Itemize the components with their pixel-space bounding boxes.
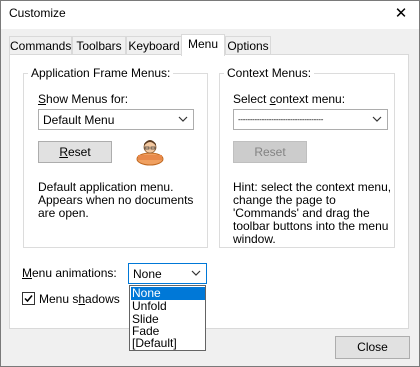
app-reset-button[interactable]: Reset: [38, 141, 112, 163]
chevron-down-icon: [191, 270, 201, 276]
menu-person-icon: [136, 140, 164, 166]
show-menus-value: Default Menu: [43, 113, 115, 127]
context-menu-value: ------------------------------------: [238, 115, 324, 124]
menu-shadows-checkbox[interactable]: [22, 292, 35, 305]
context-hint: Hint: select the context menu, change th…: [233, 180, 392, 246]
close-button[interactable]: Close: [335, 336, 410, 359]
window-title: Customize: [9, 6, 66, 20]
show-menus-label: Show Menus for:: [38, 92, 129, 106]
tab-menu[interactable]: Menu: [181, 34, 225, 56]
chevron-down-icon: [372, 116, 382, 122]
context-menu-combo[interactable]: ------------------------------------: [233, 109, 388, 130]
animation-option-default[interactable]: [Default]: [131, 337, 205, 350]
chevron-down-icon: [178, 116, 188, 122]
app-frame-group-label: Application Frame Menus:: [28, 66, 174, 80]
select-context-label: Select context menu:: [233, 92, 346, 106]
context-reset-button[interactable]: Reset: [233, 141, 307, 163]
tab-options[interactable]: Options: [225, 36, 271, 55]
menu-animations-label: Menu animations:: [22, 266, 117, 280]
checkmark-icon: [24, 295, 33, 303]
tab-keyboard[interactable]: Keyboard: [126, 36, 182, 55]
menu-animations-combo[interactable]: None: [128, 263, 207, 284]
menu-animations-dropdown: None Unfold Slide Fade [Default]: [129, 285, 206, 351]
context-menus-group-label: Context Menus:: [224, 66, 315, 80]
show-menus-label-rest: how Menus for:: [46, 92, 129, 106]
show-menus-combo[interactable]: Default Menu: [38, 109, 194, 130]
app-frame-description: Default application menu. Appears when n…: [38, 180, 194, 220]
menu-shadows-label[interactable]: Menu shadows: [39, 292, 120, 306]
tab-commands[interactable]: Commands: [9, 36, 72, 55]
tab-toolbars[interactable]: Toolbars: [72, 36, 126, 55]
menu-animations-value: None: [133, 267, 162, 281]
close-icon[interactable]: ✕: [384, 1, 418, 27]
